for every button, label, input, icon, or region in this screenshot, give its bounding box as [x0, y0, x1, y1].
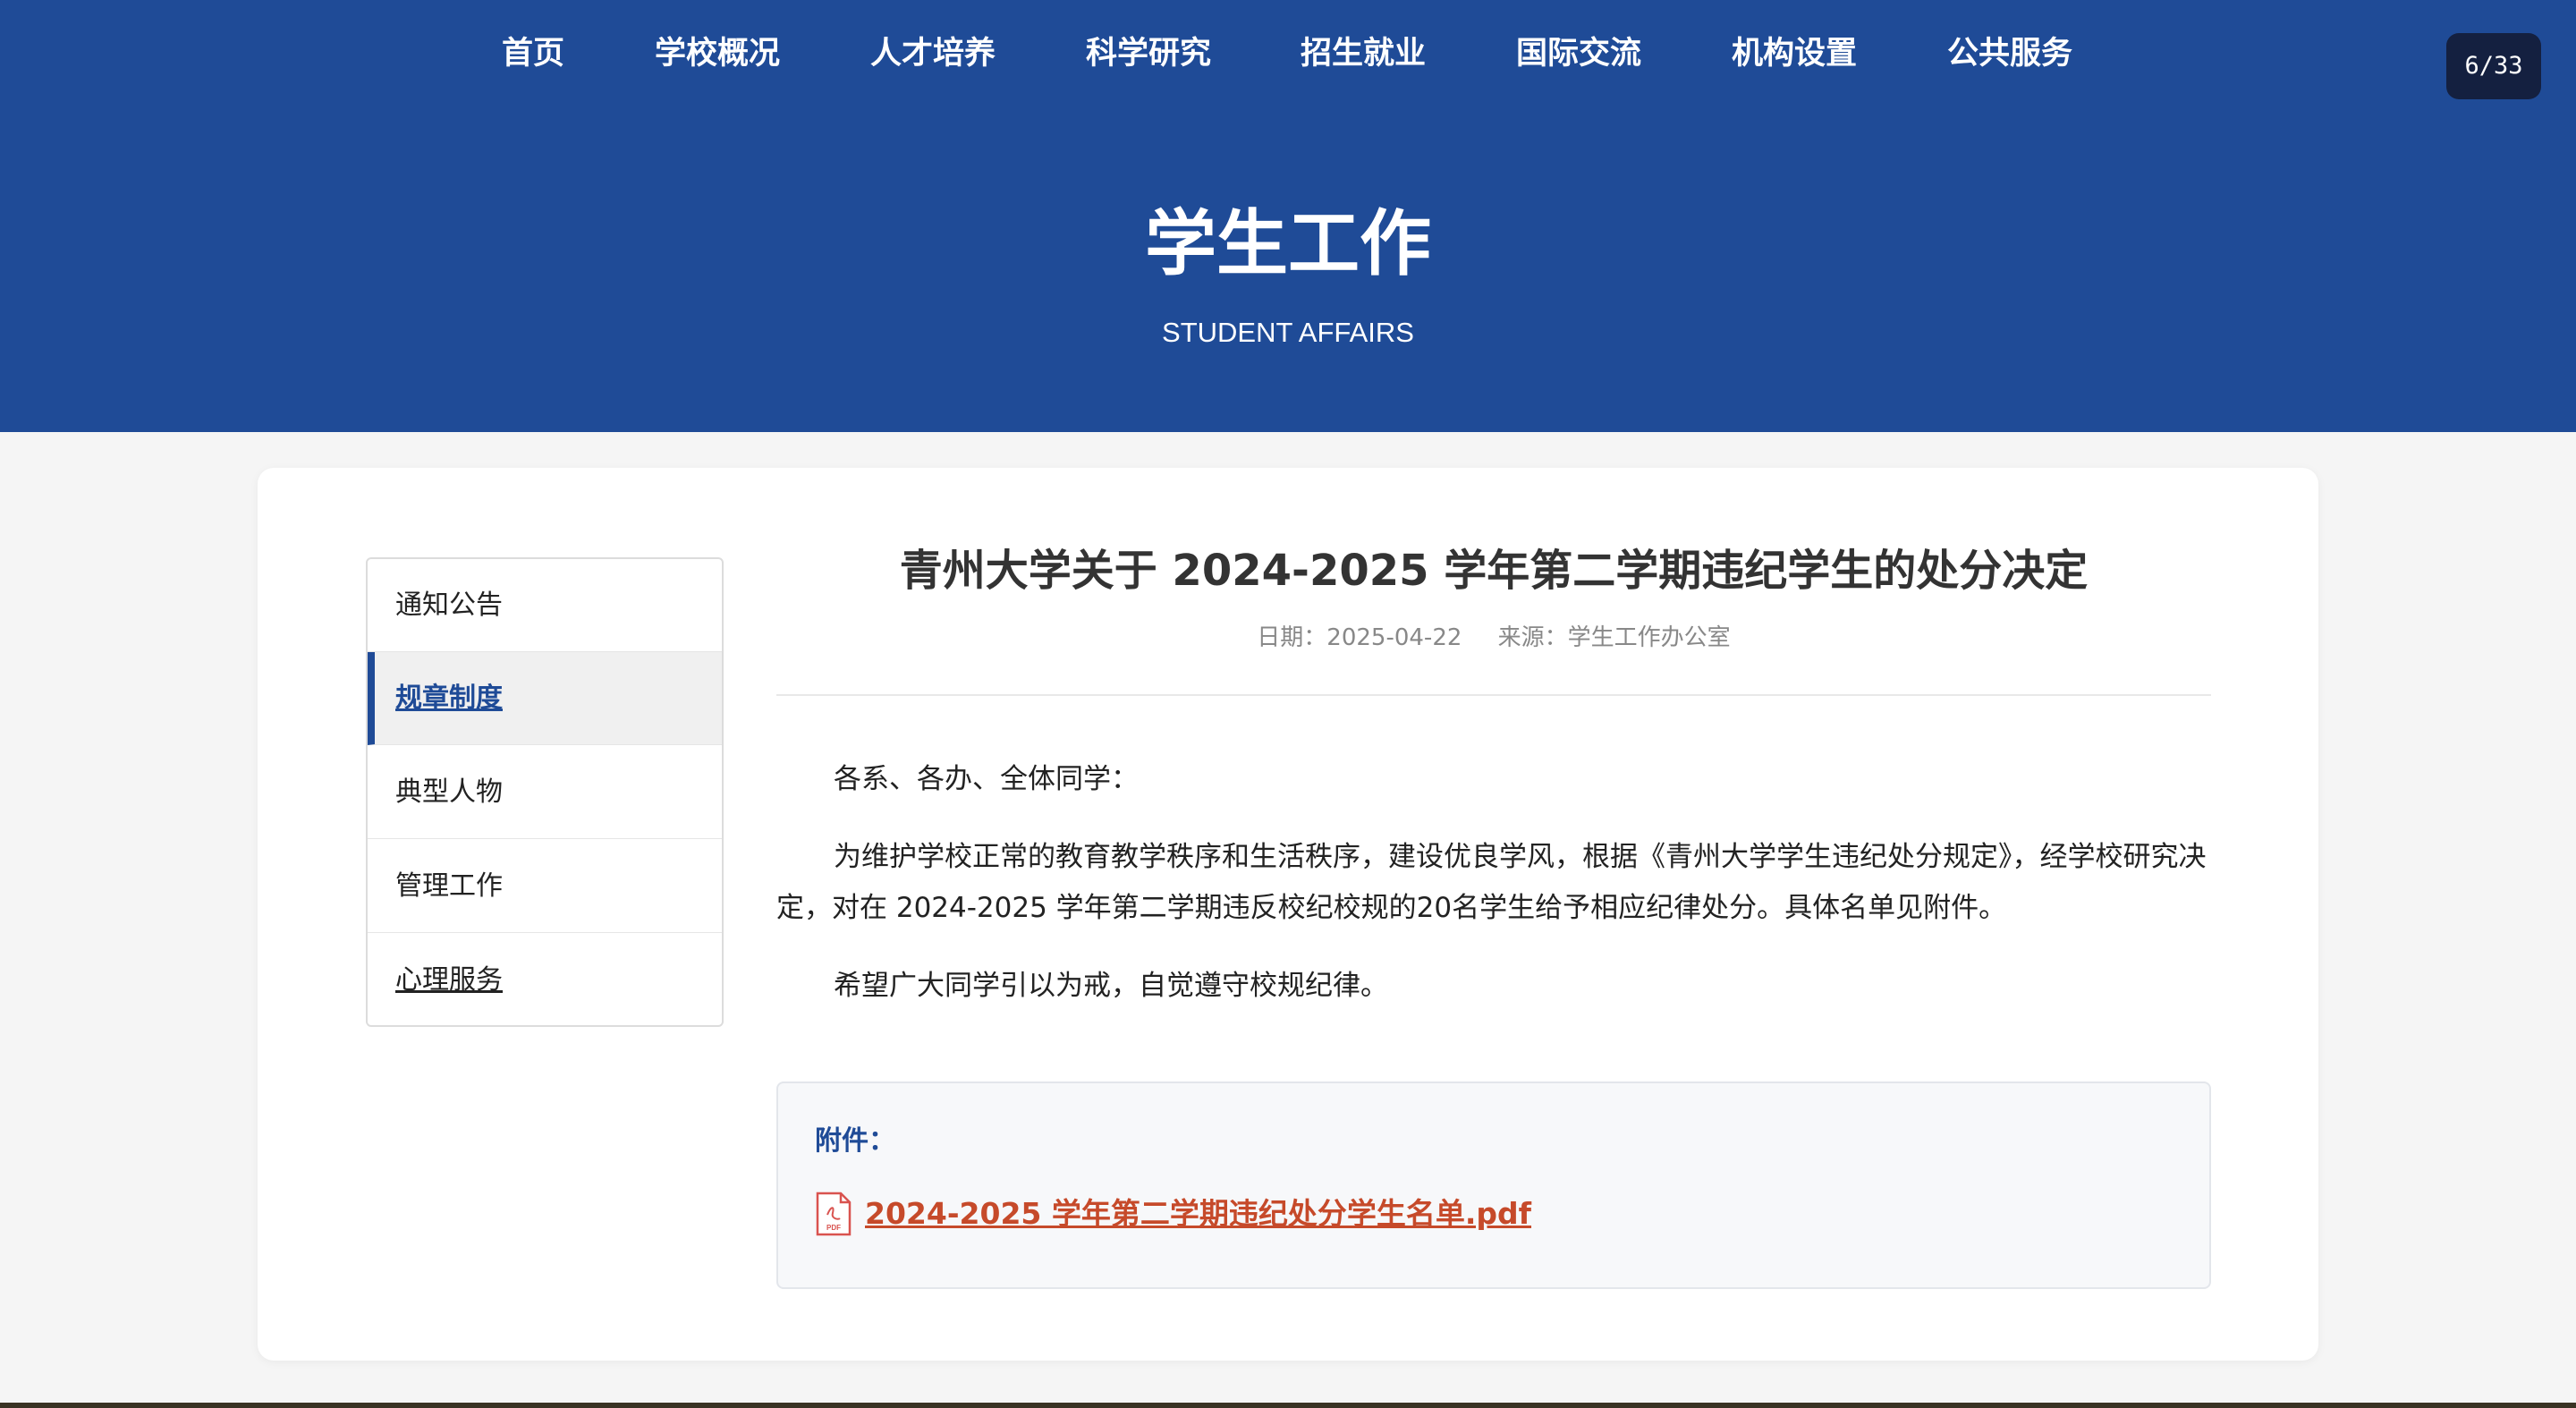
sidebar-item-regulations[interactable]: 规章制度 [368, 652, 722, 745]
sidebar-item-role-models[interactable]: 典型人物 [368, 746, 722, 839]
article-paragraph: 希望广大同学引以为戒，自觉遵守校规纪律。 [834, 970, 1388, 1002]
nav-item-international[interactable]: 国际交流 [1516, 27, 1641, 81]
nav-item-admissions[interactable]: 招生就业 [1301, 27, 1426, 81]
sidebar-item-counseling[interactable]: 心理服务 [368, 934, 722, 1025]
section-subtitle: STUDENT AFFAIRS [1162, 317, 1414, 348]
article-title: 青州大学关于 2024-2025 学年第二学期违纪学生的处分决定 [899, 546, 2089, 596]
sidebar-item-notices[interactable]: 通知公告 [368, 559, 722, 652]
nav-item-about[interactable]: 学校概况 [655, 27, 780, 81]
title-divider [776, 694, 2211, 696]
attachment-link[interactable]: PDF 2024-2025 学年第二学期违纪处分学生名单.pdf [815, 1189, 1531, 1239]
attachment-filename[interactable]: 2024-2025 学年第二学期违纪处分学生名单.pdf [865, 1189, 1531, 1239]
content-card: 通知公告 规章制度 典型人物 管理工作 心理服务 青州大学关于 2024-202… [258, 468, 2318, 1361]
sidebar-menu: 通知公告 规章制度 典型人物 管理工作 心理服务 [366, 557, 724, 1027]
article-paragraph: 为维护学校正常的教育教学秩序和生活秩序，建设优良学风，根据《青州大学学生违纪处分… [776, 841, 2207, 924]
attachment-box: 附件： PDF 2024-2025 学年第二学期违纪处分学生名单.pdf [776, 1081, 2211, 1289]
nav-item-research[interactable]: 科学研究 [1086, 27, 1211, 81]
nav-item-services[interactable]: 公共服务 [1947, 27, 2072, 81]
sidebar-item-management[interactable]: 管理工作 [368, 840, 722, 933]
article-date: 日期：2025-04-22 [1257, 624, 1462, 651]
article-source: 来源：学生工作办公室 [1497, 624, 1731, 651]
section-title: 学生工作 [1145, 202, 1431, 285]
bottom-strip [0, 1403, 2576, 1408]
article-meta: 日期：2025-04-22 来源：学生工作办公室 [776, 620, 2211, 656]
site-header: 首页 学校概况 人才培养 科学研究 招生就业 国际交流 机构设置 公共服务 6/… [0, 0, 2576, 432]
article-paragraph: 各系、各办、全体同学： [834, 763, 1139, 795]
svg-text:PDF: PDF [826, 1224, 841, 1232]
attachment-label: 附件： [815, 1125, 895, 1157]
pdf-file-icon: PDF [816, 1192, 852, 1236]
nav-item-home[interactable]: 首页 [502, 27, 564, 81]
main-nav: 首页 学校概况 人才培养 科学研究 招生就业 国际交流 机构设置 公共服务 [0, 27, 2576, 81]
nav-item-education[interactable]: 人才培养 [870, 27, 996, 81]
page-counter-badge: 6/33 [2446, 33, 2541, 99]
nav-item-organization[interactable]: 机构设置 [1732, 27, 1857, 81]
